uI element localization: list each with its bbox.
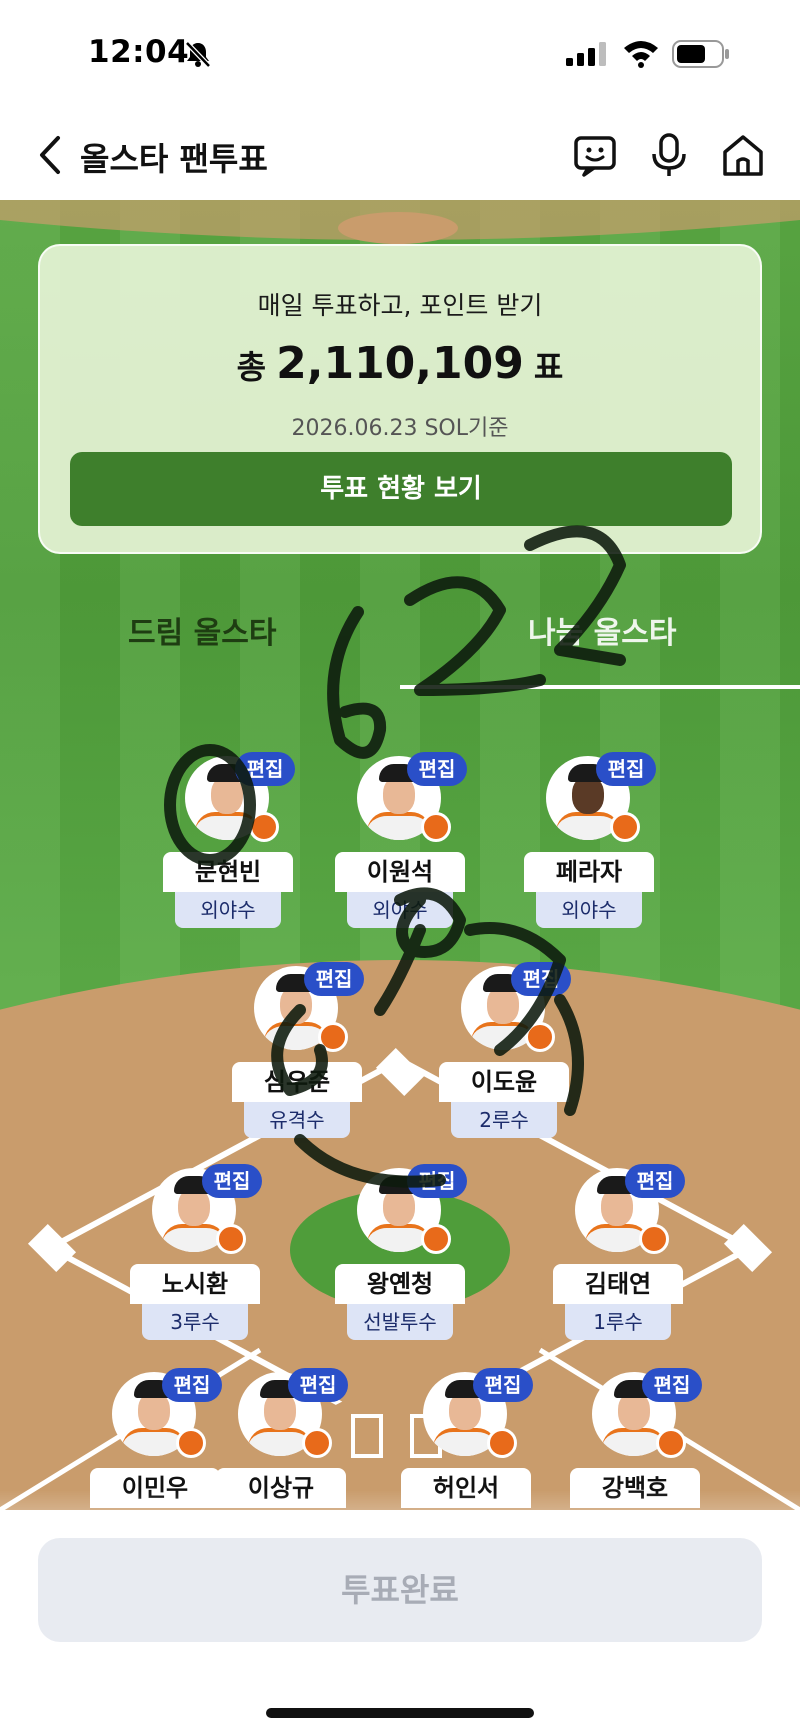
player-slot[interactable]: 편집 문현빈 외야수 (163, 752, 295, 928)
team-badge-icon (249, 812, 279, 842)
player-position: 외야수 (175, 892, 281, 928)
player-position: 선발투수 (347, 1304, 453, 1340)
player-position: 3루수 (142, 1304, 248, 1340)
player-position: 외야수 (347, 892, 453, 928)
player-slot[interactable]: 편집 페라자 외야수 (524, 752, 656, 928)
player-position: 외야수 (536, 892, 642, 928)
home-indicator (266, 1708, 534, 1718)
card-subtitle: 매일 투표하고, 포인트 받기 (257, 291, 543, 320)
team-badge-icon (302, 1428, 332, 1458)
bottom-fade-overlay (0, 1490, 800, 1510)
team-badge-icon (525, 1022, 555, 1052)
chat-bot-icon[interactable] (570, 130, 620, 180)
player-slot[interactable]: 편집 이도윤 2루수 (439, 962, 571, 1138)
team-badge-icon (610, 812, 640, 842)
total-suffix: 표 (533, 348, 564, 386)
status-time: 12:04 (88, 34, 190, 70)
silent-bell-icon (185, 41, 211, 68)
status-bar: 12:04 (0, 0, 800, 110)
player-slot[interactable]: 편집 심우준 유격수 (232, 962, 364, 1138)
nav-bar: 올스타 팬투표 (0, 110, 800, 200)
player-name: 심우준 (232, 1062, 362, 1102)
total-prefix: 총 (236, 348, 267, 386)
edit-button[interactable]: 편집 (202, 1164, 262, 1198)
player-name: 페라자 (524, 852, 654, 892)
edit-button[interactable]: 편집 (642, 1368, 702, 1402)
player-slot[interactable]: 편집 노시환 3루수 (130, 1164, 262, 1340)
team-badge-icon (421, 1224, 451, 1254)
edit-button[interactable]: 편집 (235, 752, 295, 786)
player-slot[interactable]: 편집 왕옌청 선발투수 (335, 1164, 467, 1340)
player-name: 문현빈 (163, 852, 293, 892)
player-name: 노시환 (130, 1264, 260, 1304)
vote-date: 2026.06.23 SOL기준 (291, 416, 509, 441)
player-slot[interactable]: 편집 김태연 1루수 (553, 1164, 685, 1340)
team-badge-icon (176, 1428, 206, 1458)
edit-button[interactable]: 편집 (407, 752, 467, 786)
edit-button[interactable]: 편집 (596, 752, 656, 786)
team-badge-icon (487, 1428, 517, 1458)
vote-status-button[interactable]: 투표 현황 보기 (70, 452, 732, 526)
edit-button[interactable]: 편집 (162, 1368, 222, 1402)
team-badge-icon (216, 1224, 246, 1254)
player-name: 김태연 (553, 1264, 683, 1304)
page-title: 올스타 팬투표 (80, 140, 268, 178)
edit-button[interactable]: 편집 (625, 1164, 685, 1198)
edit-button[interactable]: 편집 (288, 1368, 348, 1402)
tab-nanum-allstar[interactable]: 나눔 올스타 (528, 608, 676, 652)
team-badge-icon (639, 1224, 669, 1254)
edit-button[interactable]: 편집 (511, 962, 571, 996)
player-name: 이도윤 (439, 1062, 569, 1102)
ballpark-field: 매일 투표하고, 포인트 받기 총 2,110,109 표 2026.06.23 S… (0, 200, 800, 1510)
total-votes: 총 2,110,109 표 (40, 338, 760, 389)
vote-summary-card: 매일 투표하고, 포인트 받기 총 2,110,109 표 2026.06.23 S… (38, 244, 762, 554)
player-position: 1루수 (565, 1304, 671, 1340)
player-name: 왕옌청 (335, 1264, 465, 1304)
back-chevron-icon[interactable] (30, 132, 70, 178)
team-badge-icon (318, 1022, 348, 1052)
wifi-icon (624, 41, 658, 68)
player-position: 2루수 (451, 1102, 557, 1138)
vote-complete-button[interactable]: 투표완료 (38, 1538, 762, 1642)
player-slot[interactable]: 편집 이원석 외야수 (335, 752, 467, 928)
tab-dream-allstar[interactable]: 드림 올스타 (128, 608, 276, 652)
battery-icon (672, 40, 729, 68)
total-votes-number: 2,110,109 (276, 338, 524, 389)
edit-button[interactable]: 편집 (473, 1368, 533, 1402)
cellular-signal-icon (566, 42, 606, 66)
team-badge-icon (421, 812, 451, 842)
player-position: 유격수 (244, 1102, 350, 1138)
edit-button[interactable]: 편집 (304, 962, 364, 996)
active-tab-indicator (400, 685, 800, 689)
edit-button[interactable]: 편집 (407, 1164, 467, 1198)
home-icon[interactable] (718, 130, 768, 180)
team-badge-icon (656, 1428, 686, 1458)
player-name: 이원석 (335, 852, 465, 892)
microphone-icon[interactable] (644, 130, 694, 180)
